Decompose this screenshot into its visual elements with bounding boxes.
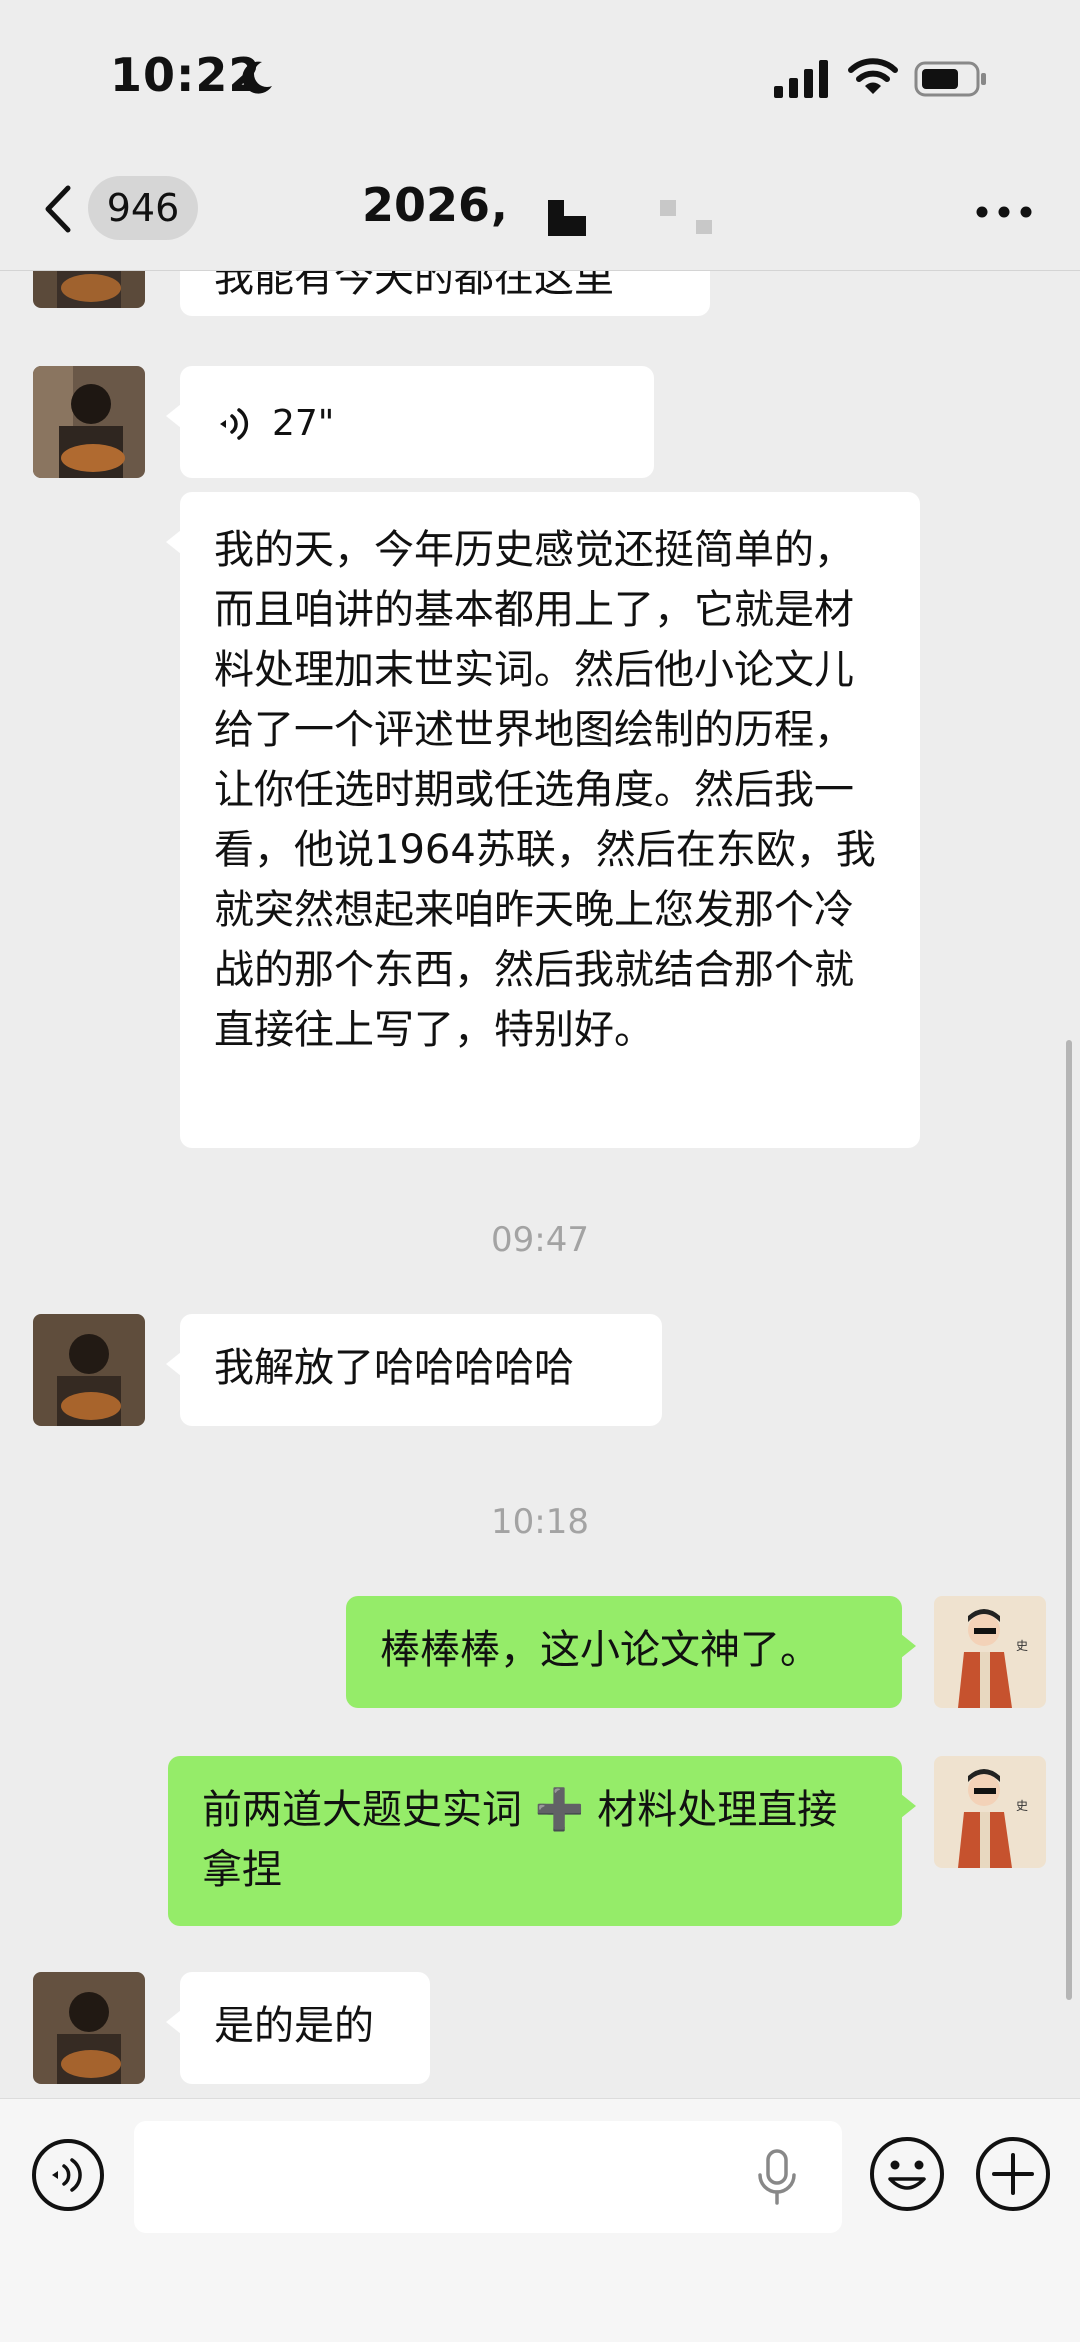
- message-text: 我能有今天的都在这里: [214, 270, 614, 301]
- voice-wave-icon: [220, 408, 249, 440]
- voice-input-icon[interactable]: [30, 2137, 106, 2213]
- back-chevron-icon[interactable]: [40, 182, 76, 236]
- message-text: 我的天，今年历史感觉还挺简单的，而且咱讲的基本都用上了，它就是材料处理加末世实词…: [214, 527, 876, 1053]
- more-icon[interactable]: [974, 200, 1034, 224]
- scrollbar[interactable]: [1066, 1040, 1072, 2000]
- signal-icon: [774, 60, 828, 98]
- voice-duration: 27": [272, 403, 335, 444]
- message-text: 我解放了哈哈哈哈哈: [214, 1345, 574, 1391]
- avatar[interactable]: [33, 366, 145, 478]
- message-bubble-incoming[interactable]: 是的是的: [166, 1972, 430, 2084]
- svg-text:史: 史: [1016, 1639, 1028, 1653]
- message-bubble-incoming[interactable]: 我解放了哈哈哈哈哈: [166, 1314, 662, 1426]
- message-timestamp: 09:47: [491, 1220, 589, 1260]
- input-bar: [0, 2098, 1080, 2342]
- message-list[interactable]: 我能有今天的都在这里 27" 我的天，今年历史感觉还挺简单的，而且咱讲的基本都用…: [0, 270, 1080, 2098]
- avatar[interactable]: 史: [934, 1756, 1046, 1868]
- redaction-mark: [564, 200, 586, 216]
- emoji-icon[interactable]: [868, 2135, 946, 2213]
- svg-text:史: 史: [1016, 1799, 1028, 1813]
- message-bubble-incoming[interactable]: 我能有今天的都在这里: [180, 270, 710, 316]
- wifi-icon: [848, 58, 898, 94]
- message-text: 棒棒棒，这小论文神了。: [380, 1627, 820, 1673]
- message-text: 是的是的: [214, 2003, 374, 2049]
- chat-title[interactable]: 2026‚: [362, 178, 508, 232]
- message-input[interactable]: [134, 2121, 842, 2233]
- redaction-mark: [660, 200, 676, 216]
- message-bubble-incoming[interactable]: 我的天，今年历史感觉还挺简单的，而且咱讲的基本都用上了，它就是材料处理加末世实词…: [166, 492, 920, 1148]
- microphone-icon[interactable]: [754, 2147, 800, 2209]
- avatar[interactable]: [33, 1314, 145, 1426]
- battery-icon: [914, 61, 986, 97]
- avatar[interactable]: [33, 270, 145, 308]
- message-text: 前两道大题史实词 ➕ 材料处理直接拿捏: [202, 1787, 838, 1893]
- unread-count-badge[interactable]: 946: [88, 176, 198, 240]
- message-bubble-outgoing[interactable]: 前两道大题史实词 ➕ 材料处理直接拿捏: [168, 1756, 916, 1926]
- moon-icon: [242, 61, 272, 94]
- message-bubble-outgoing[interactable]: 棒棒棒，这小论文神了。: [346, 1596, 916, 1708]
- status-bar: 10:22: [0, 0, 1080, 160]
- message-timestamp: 10:18: [491, 1502, 589, 1542]
- plus-icon[interactable]: [974, 2135, 1052, 2213]
- avatar[interactable]: 史: [934, 1596, 1046, 1708]
- voice-message-bubble[interactable]: 27": [166, 366, 654, 478]
- redaction-mark: [696, 220, 712, 234]
- chat-header: 946 2026‚: [0, 160, 1080, 271]
- avatar[interactable]: [33, 1972, 145, 2084]
